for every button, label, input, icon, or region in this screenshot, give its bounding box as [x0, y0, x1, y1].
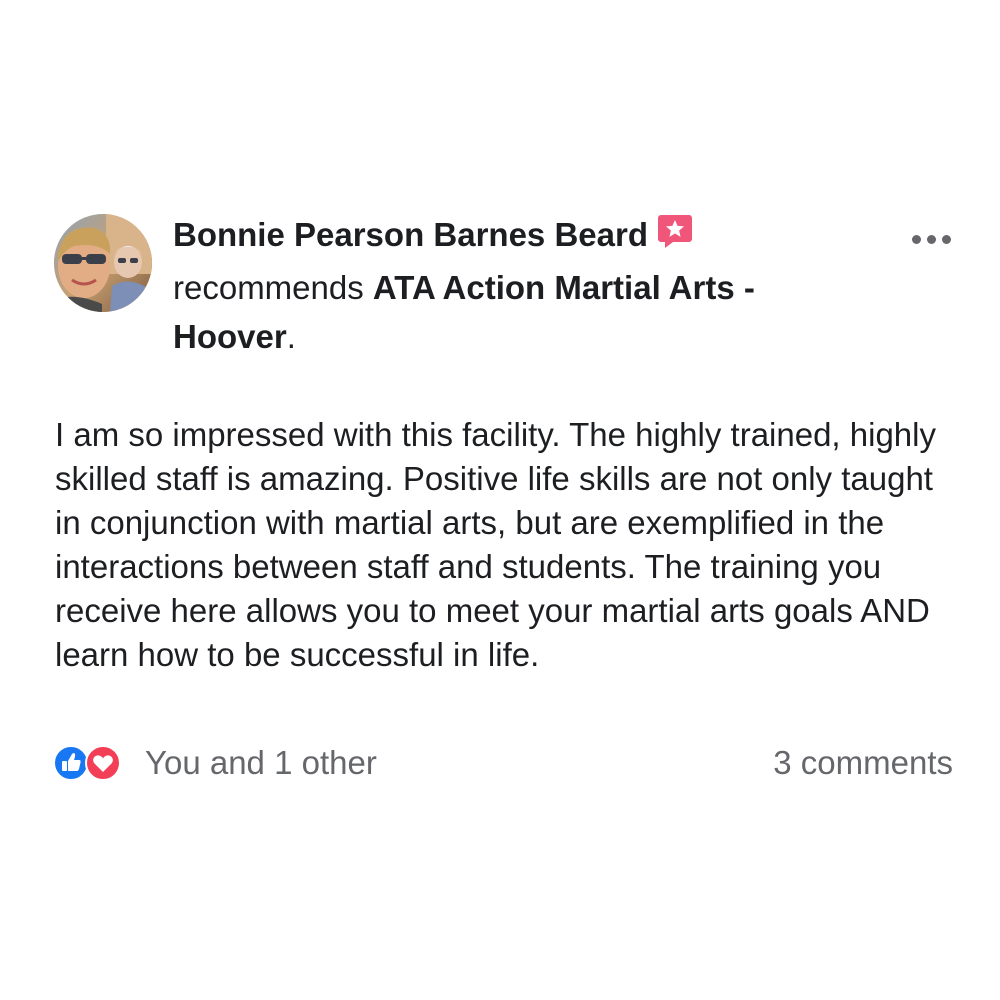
love-reaction-icon — [85, 745, 121, 781]
author-name[interactable]: Bonnie Pearson Barnes Beard — [173, 216, 648, 253]
post-footer: You and 1 other 3 comments — [53, 738, 953, 788]
more-options-button[interactable] — [906, 222, 956, 256]
post-body: I am so impressed with this facility. Th… — [55, 416, 936, 673]
more-horizontal-icon — [911, 234, 921, 244]
reaction-count[interactable]: You and 1 other — [145, 738, 377, 788]
reaction-icons[interactable] — [53, 745, 135, 781]
avatar[interactable] — [54, 214, 152, 312]
recommends-text: recommends — [173, 269, 364, 306]
comment-count[interactable]: 3 comments — [773, 738, 953, 788]
post-header: Bonnie Pearson Barnes Beard recommends A… — [173, 210, 873, 361]
like-reaction-icon — [53, 745, 89, 781]
recommendation-star-icon — [656, 212, 694, 263]
page-link-period: . — [286, 318, 296, 355]
avatar-photo — [54, 214, 152, 312]
recommendation-post: Bonnie Pearson Barnes Beard recommends A… — [0, 0, 1000, 1000]
